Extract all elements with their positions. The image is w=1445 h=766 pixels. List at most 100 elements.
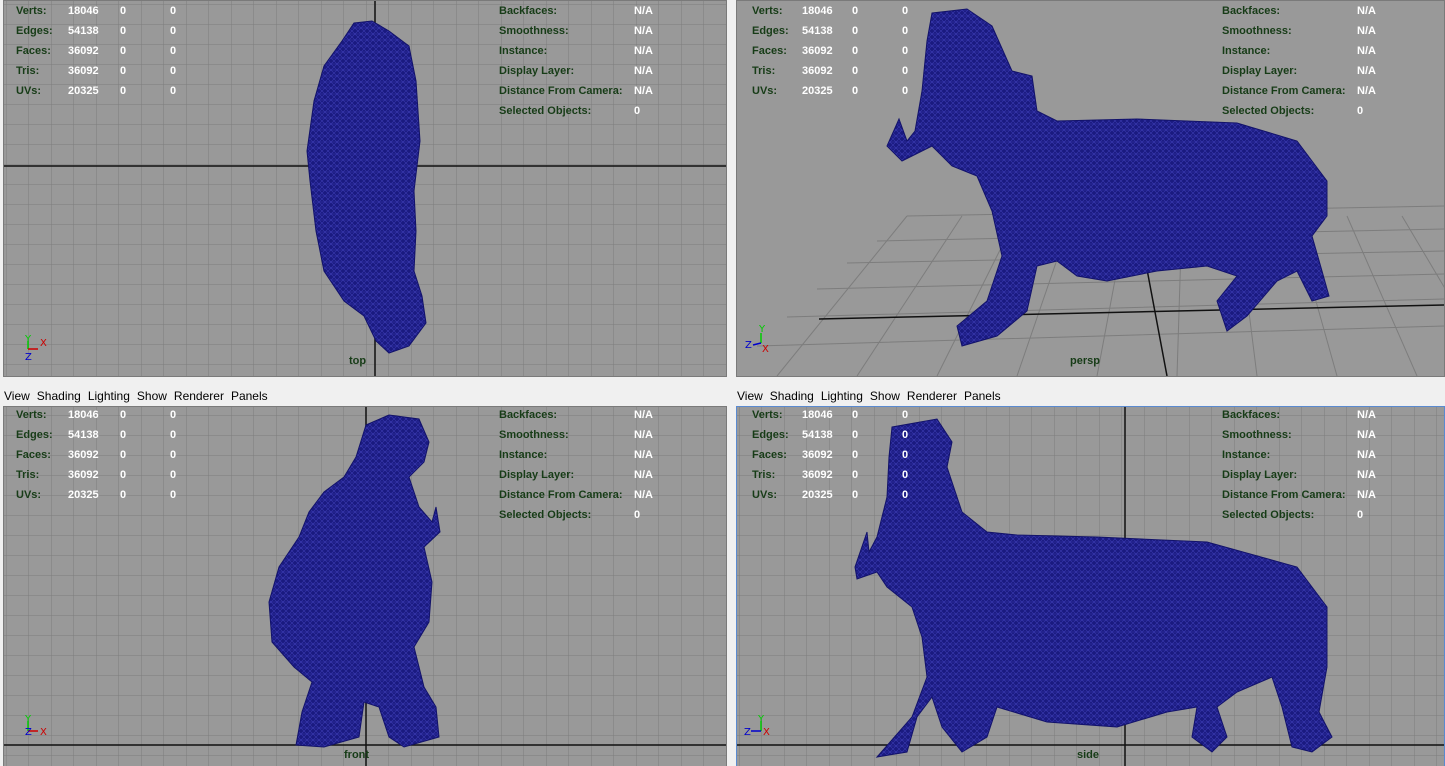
stat-value: 0 <box>120 469 127 481</box>
info-label-smoothness: Smoothness: <box>1222 25 1292 37</box>
stat-label-uvs: UVs: <box>752 489 778 501</box>
axis-y-label: Y <box>24 334 32 345</box>
viewport-front[interactable]: Verts: 18046 0 0 Edges: 54138 0 0 Faces:… <box>3 406 727 766</box>
menu-view[interactable]: View <box>0 386 33 403</box>
axis-gizmo-icon: Y X Z <box>24 714 47 738</box>
stat-value: 20325 <box>802 489 833 501</box>
stat-value: 0 <box>902 429 909 441</box>
camera-label-front: front <box>344 749 370 761</box>
info-value: N/A <box>634 25 653 37</box>
viewport-pane-persp: Verts: 18046 0 0 Edges: 54138 0 0 Faces:… <box>733 0 1445 380</box>
info-value: N/A <box>634 45 653 57</box>
viewport-top[interactable]: Verts: 18046 0 0 Edges: 54138 0 0 Faces:… <box>3 0 727 377</box>
stat-value: 0 <box>120 5 127 17</box>
stat-value: 0 <box>120 25 127 37</box>
stat-value: 36092 <box>802 469 833 481</box>
info-value: N/A <box>634 469 653 481</box>
stat-label-faces: Faces: <box>16 45 51 57</box>
stat-value: 0 <box>902 489 909 501</box>
info-label-instance: Instance: <box>499 45 548 57</box>
viewport-pane-top: Verts: 18046 0 0 Edges: 54138 0 0 Faces:… <box>0 0 729 380</box>
stat-value: 18046 <box>802 5 833 17</box>
stat-value: 18046 <box>802 409 833 421</box>
axis-z-label: Z <box>744 727 751 738</box>
info-value: 0 <box>1357 105 1364 117</box>
stat-value: 0 <box>852 429 859 441</box>
info-label-display-layer: Display Layer: <box>1222 469 1298 481</box>
axis-y-label: Y <box>757 714 765 725</box>
info-value: 0 <box>1357 509 1364 521</box>
info-value: N/A <box>1357 5 1376 17</box>
stat-value: 36092 <box>68 469 99 481</box>
menu-shading[interactable]: Shading <box>766 386 817 403</box>
menu-lighting[interactable]: Lighting <box>84 386 133 403</box>
info-label-smoothness: Smoothness: <box>499 25 569 37</box>
stat-label-tris: Tris: <box>752 65 776 77</box>
info-label-backfaces: Backfaces: <box>499 409 558 421</box>
grid-side <box>737 407 1444 766</box>
info-label-backfaces: Backfaces: <box>499 5 558 17</box>
stat-label-edges: Edges: <box>752 25 789 37</box>
axis-gizmo-icon: Y X Z <box>745 324 769 355</box>
stat-value: 36092 <box>68 449 99 461</box>
stat-label-faces: Faces: <box>752 449 787 461</box>
stat-value: 0 <box>852 25 859 37</box>
camera-label-top: top <box>349 355 367 367</box>
stat-value: 54138 <box>802 25 833 37</box>
stat-value: 36092 <box>68 65 99 77</box>
menu-renderer[interactable]: Renderer <box>170 386 227 403</box>
axis-gizmo-icon: Y X Z <box>24 334 47 363</box>
info-label-instance: Instance: <box>1222 449 1271 461</box>
info-label-display-layer: Display Layer: <box>499 469 575 481</box>
grid-top <box>4 1 726 376</box>
stat-value: 0 <box>902 85 909 97</box>
stat-label-verts: Verts: <box>16 409 47 421</box>
viewport-persp[interactable]: Verts: 18046 0 0 Edges: 54138 0 0 Faces:… <box>736 0 1445 377</box>
stat-value: 0 <box>902 25 909 37</box>
stat-label-faces: Faces: <box>16 449 51 461</box>
menu-shading[interactable]: Shading <box>33 386 84 403</box>
axis-gizmo-icon: Y X Z <box>744 714 770 738</box>
stat-value: 0 <box>902 449 909 461</box>
viewport-pane-side: View Shading Lighting Show Renderer Panels Ve… <box>733 386 1445 766</box>
info-label-distance: Distance From Camera: <box>499 85 623 97</box>
info-label-selected: Selected Objects: <box>499 509 592 521</box>
info-value: N/A <box>1357 489 1376 501</box>
menu-view[interactable]: View <box>733 386 766 403</box>
menu-lighting[interactable]: Lighting <box>817 386 866 403</box>
info-label-display-layer: Display Layer: <box>1222 65 1298 77</box>
stat-value: 18046 <box>68 5 99 17</box>
stat-value: 0 <box>120 489 127 501</box>
stat-value: 0 <box>852 45 859 57</box>
stat-value: 20325 <box>802 85 833 97</box>
menu-panels[interactable]: Panels <box>960 386 1004 403</box>
viewport-pane-front: View Shading Lighting Show Renderer Panels Ve… <box>0 386 729 766</box>
stat-value: 0 <box>852 469 859 481</box>
axis-x-label: X <box>40 338 47 349</box>
info-value: N/A <box>634 449 653 461</box>
panel-menubar: View Shading Lighting Show Renderer Panels <box>0 386 729 406</box>
stat-value: 0 <box>170 25 177 37</box>
info-label-selected: Selected Objects: <box>499 105 592 117</box>
viewport-side[interactable]: Verts: 18046 0 0 Edges: 54138 0 0 Faces:… <box>736 406 1445 766</box>
stat-value: 36092 <box>802 449 833 461</box>
stat-value: 0 <box>170 45 177 57</box>
info-label-selected: Selected Objects: <box>1222 105 1315 117</box>
info-value: N/A <box>1357 25 1376 37</box>
stat-value: 0 <box>170 65 177 77</box>
info-value: N/A <box>1357 409 1376 421</box>
menu-renderer[interactable]: Renderer <box>903 386 960 403</box>
info-label-selected: Selected Objects: <box>1222 509 1315 521</box>
menu-show[interactable]: Show <box>133 386 170 403</box>
info-label-backfaces: Backfaces: <box>1222 5 1281 17</box>
info-value: N/A <box>1357 45 1376 57</box>
stat-value: 0 <box>852 5 859 17</box>
stat-value: 54138 <box>802 429 833 441</box>
stat-value: 0 <box>120 429 127 441</box>
info-label-distance: Distance From Camera: <box>1222 489 1346 501</box>
stat-value: 0 <box>852 409 859 421</box>
menu-panels[interactable]: Panels <box>227 386 271 403</box>
stat-value: 0 <box>852 85 859 97</box>
stat-value: 0 <box>170 489 177 501</box>
menu-show[interactable]: Show <box>866 386 903 403</box>
